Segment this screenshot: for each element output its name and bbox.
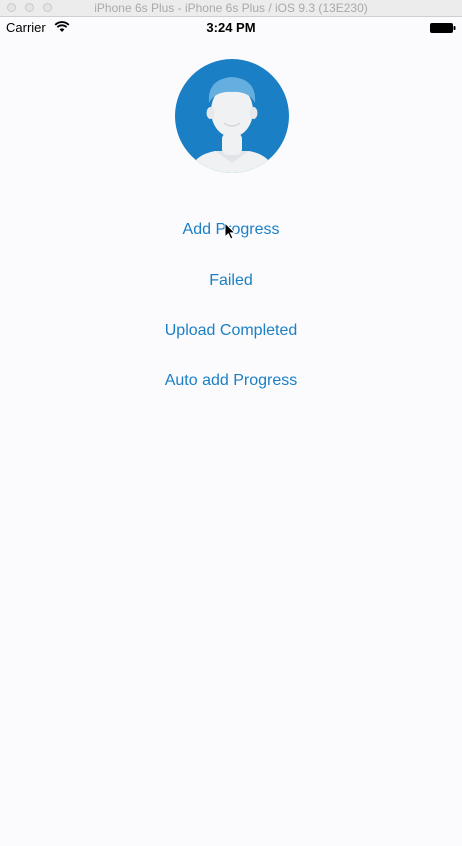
status-time: 3:24 PM	[206, 20, 256, 35]
upload-completed-button[interactable]: Upload Completed	[0, 320, 462, 342]
status-bar: Carrier 3:24 PM	[0, 17, 462, 39]
window-title: iPhone 6s Plus - iPhone 6s Plus / iOS 9.…	[94, 1, 368, 15]
failed-button[interactable]: Failed	[0, 270, 462, 292]
simulator-title-bar: iPhone 6s Plus - iPhone 6s Plus / iOS 9.…	[0, 0, 462, 17]
battery-icon	[430, 23, 456, 33]
user-avatar-icon	[175, 59, 289, 173]
mouse-cursor-icon	[224, 222, 236, 240]
auto-add-progress-button[interactable]: Auto add Progress	[0, 370, 462, 392]
